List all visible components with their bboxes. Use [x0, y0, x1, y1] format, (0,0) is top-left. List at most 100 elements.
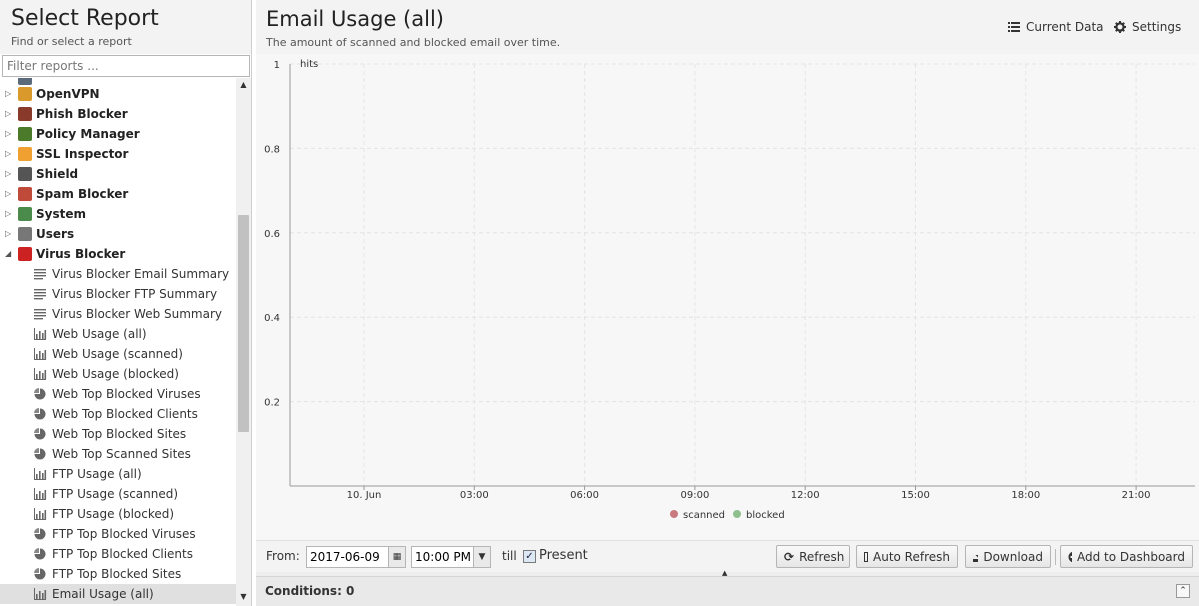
tree-report-row[interactable]: Virus Blocker Email Summary: [0, 264, 236, 284]
tree-report-label: FTP Usage (blocked): [52, 507, 175, 521]
email-usage-chart: 0.2 0.4 0.6 0.8 1 hits 10. Jun 03:00 06:00 09:00 1…: [264, 59, 1195, 521]
collapsed-arrow-icon[interactable]: ▷: [5, 124, 13, 144]
tree-report-label: FTP Usage (all): [52, 467, 142, 481]
x-tick-label: 03:00: [460, 490, 489, 501]
y-tick-label: 1: [274, 60, 280, 71]
tree-report-row[interactable]: Web Top Blocked Viruses: [0, 384, 236, 404]
report-tree: ▷ OpenVPN ▷ Phish Blocker ▷ Policy Manager ▷ SS…: [0, 78, 236, 606]
tree-report-row[interactable]: Virus Blocker Web Summary: [0, 304, 236, 324]
tree-category-label: OpenVPN: [36, 87, 100, 101]
scroll-down-icon[interactable]: ▼: [236, 592, 251, 604]
chevron-down-icon[interactable]: ▼: [473, 547, 490, 567]
tree-report-label: Virus Blocker Email Summary: [52, 267, 230, 281]
settings-button[interactable]: Settings: [1114, 18, 1181, 36]
collapse-icon[interactable]: ⌃: [1176, 584, 1190, 598]
tree-report-label: Web Top Blocked Clients: [52, 407, 198, 421]
tree-category-row[interactable]: ◢ Virus Blocker: [0, 244, 236, 264]
text-report-icon: [34, 289, 46, 300]
add-to-dashboard-button[interactable]: Add to Dashboard: [1060, 545, 1193, 568]
tree-report-label: FTP Top Blocked Clients: [52, 547, 193, 561]
tree-category-row[interactable]: ▷ Users: [0, 224, 236, 244]
add-dashboard-label: Add to Dashboard: [1076, 549, 1185, 564]
tree-report-label: Web Usage (all): [52, 327, 147, 341]
system-icon: [18, 207, 32, 221]
tree-report-row[interactable]: FTP Top Blocked Clients: [0, 544, 236, 564]
x-tick-label: 18:00: [1011, 490, 1040, 501]
x-tick-label: 15:00: [901, 490, 930, 501]
tree-report-label: Web Top Blocked Sites: [52, 427, 187, 441]
tree-category-row[interactable]: ▷ Spam Blocker: [0, 184, 236, 204]
present-checkbox[interactable]: ✓: [523, 550, 536, 563]
tree-report-label: Virus Blocker FTP Summary: [52, 287, 218, 301]
plus-circle-icon: [1068, 551, 1072, 562]
legend-label-blocked[interactable]: blocked: [746, 510, 785, 521]
download-button[interactable]: Download: [965, 545, 1051, 568]
tree-category-row[interactable]: ▷ Phish Blocker: [0, 104, 236, 124]
tree-category-row[interactable]: ▷ Shield: [0, 164, 236, 184]
tree-category-label: Phish Blocker: [36, 107, 128, 121]
tree-report-row[interactable]: Web Top Scanned Sites: [0, 444, 236, 464]
tree-report-row[interactable]: Email Usage (all): [0, 584, 236, 604]
collapsed-arrow-icon[interactable]: ▷: [5, 204, 13, 224]
collapsed-arrow-icon[interactable]: ▷: [5, 224, 13, 244]
phish-blocker-icon: [18, 107, 32, 121]
expanded-arrow-icon[interactable]: ◢: [5, 244, 13, 264]
tree-category-row[interactable]: ▷ System: [0, 204, 236, 224]
collapsed-arrow-icon[interactable]: ▷: [5, 164, 13, 184]
tree-report-row[interactable]: FTP Usage (scanned): [0, 484, 236, 504]
collapsed-arrow-icon[interactable]: ▷: [5, 104, 13, 124]
tree-report-row[interactable]: FTP Top Blocked Viruses: [0, 524, 236, 544]
plot-background: [290, 64, 1195, 486]
scroll-up-icon[interactable]: ▲: [236, 80, 251, 92]
report-title: Email Usage (all): [266, 7, 444, 31]
tree-scrollbar[interactable]: ▲ ▼: [236, 78, 251, 606]
auto-refresh-button[interactable]: Auto Refresh: [856, 545, 958, 568]
tree-report-label: Web Top Blocked Viruses: [52, 387, 201, 401]
download-label: Download: [983, 549, 1043, 564]
x-tick-label: 06:00: [570, 490, 599, 501]
tree-report-row[interactable]: Virus Blocker FTP Summary: [0, 284, 236, 304]
pie-chart-icon: [34, 388, 46, 400]
tree-report-row[interactable]: FTP Usage (blocked): [0, 504, 236, 524]
legend-marker-scanned[interactable]: [670, 510, 678, 518]
bar-chart-icon: [34, 508, 47, 520]
y-axis-label: hits: [300, 59, 318, 70]
filter-reports-input[interactable]: [2, 55, 250, 77]
scroll-thumb[interactable]: [238, 215, 249, 432]
x-tick-label: 12:00: [791, 490, 820, 501]
users-icon: [18, 227, 32, 241]
tree-report-row[interactable]: Web Usage (scanned): [0, 344, 236, 364]
tree-report-row[interactable]: Web Top Blocked Sites: [0, 424, 236, 444]
legend-label-scanned[interactable]: scanned: [683, 510, 725, 521]
current-data-label: Current Data: [1026, 20, 1104, 34]
collapsed-arrow-icon[interactable]: ▷: [5, 144, 13, 164]
tree-category-label: System: [36, 207, 86, 221]
virus-blocker-icon: [18, 247, 32, 261]
pie-chart-icon: [34, 548, 46, 560]
report-view-panel: Email Usage (all) The amount of scanned …: [256, 0, 1199, 606]
tree-category-label: Shield: [36, 167, 79, 181]
refresh-button[interactable]: ⟳ Refresh: [776, 545, 850, 568]
current-data-button[interactable]: Current Data: [1008, 18, 1104, 36]
tree-report-row[interactable]: FTP Usage (all): [0, 464, 236, 484]
auto-refresh-label: Auto Refresh: [873, 549, 950, 564]
tree-report-label: Web Usage (scanned): [52, 347, 183, 361]
collapsed-arrow-icon[interactable]: ▷: [5, 184, 13, 204]
calendar-icon[interactable]: ▦: [388, 547, 405, 567]
tree-report-row[interactable]: FTP Top Blocked Sites: [0, 564, 236, 584]
tree-report-row[interactable]: Web Usage (blocked): [0, 364, 236, 384]
tree-report-row[interactable]: Web Top Blocked Clients: [0, 404, 236, 424]
tree-category-row[interactable]: ▷ OpenVPN: [0, 84, 236, 104]
tree-report-label: FTP Top Blocked Sites: [52, 567, 182, 581]
openvpn-icon: [18, 87, 32, 101]
tree-category-label: Spam Blocker: [36, 187, 129, 201]
panel-subtitle: Find or select a report: [11, 35, 132, 48]
x-tick-label: 21:00: [1122, 490, 1151, 501]
pie-chart-icon: [34, 448, 46, 460]
collapsed-arrow-icon[interactable]: ▷: [5, 84, 13, 104]
legend-marker-blocked[interactable]: [733, 510, 741, 518]
tree-category-row[interactable]: ▷ SSL Inspector: [0, 144, 236, 164]
tree-report-row[interactable]: Web Usage (all): [0, 324, 236, 344]
tree-report-label: FTP Usage (scanned): [52, 487, 179, 501]
tree-category-row[interactable]: ▷ Policy Manager: [0, 124, 236, 144]
